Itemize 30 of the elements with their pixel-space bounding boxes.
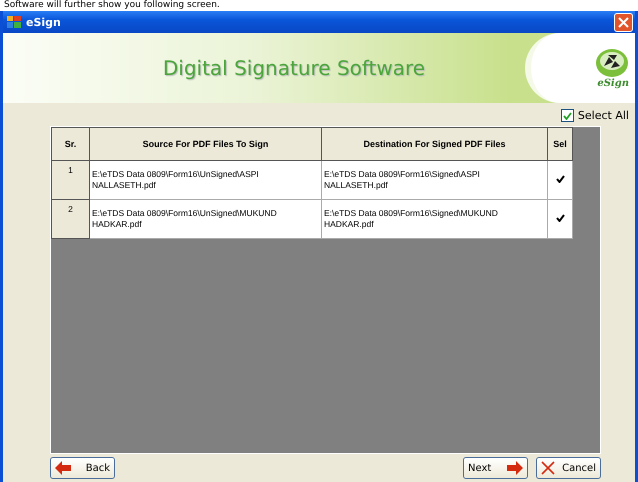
window-title: eSign: [26, 16, 61, 28]
app-icon: [7, 16, 21, 28]
column-header: Destination For Signed PDF Files: [322, 128, 548, 160]
select-cell[interactable]: [548, 160, 572, 200]
check-icon: [556, 214, 564, 222]
close-icon: [618, 16, 629, 28]
table-cell: E:\eTDS Data 0809\Form16\Signed\MUKUND HADKAR.pdf: [322, 200, 548, 238]
arrow-right-icon: [507, 461, 523, 475]
select-all-label: Select All: [578, 109, 629, 122]
logo-text: eSign: [597, 78, 629, 88]
caption: Software will further show you following screen.: [3, 0, 221, 11]
select-cell[interactable]: [548, 200, 572, 238]
row-number: 1: [52, 160, 90, 200]
back-button[interactable]: Back: [50, 457, 115, 479]
close-button[interactable]: [614, 12, 633, 32]
cancel-button[interactable]: Cancel: [536, 457, 601, 479]
recycle-logo-icon: [595, 48, 629, 78]
banner-title: Digital Signature Software: [162, 56, 426, 80]
close-icon: [541, 461, 555, 475]
column-header: Source For PDF Files To Sign: [90, 128, 322, 160]
row-number: 2: [52, 200, 90, 238]
table-cell: E:\eTDS Data 0809\Form16\UnSigned\ASPI NALLASETH.pdf: [90, 160, 322, 200]
arrow-left-icon: [55, 461, 71, 475]
check-icon: [556, 174, 564, 182]
table-cell: E:\eTDS Data 0809\Form16\UnSigned\MUKUND HADKAR.pdf: [90, 200, 322, 238]
checkbox[interactable]: [560, 109, 574, 122]
next-button[interactable]: Next: [463, 457, 528, 479]
table-cell: E:\eTDS Data 0809\Form16\Signed\ASPI NALLASETH.pdf: [322, 160, 548, 200]
column-header: Sr.: [52, 128, 90, 160]
column-header: Sel: [548, 128, 572, 160]
